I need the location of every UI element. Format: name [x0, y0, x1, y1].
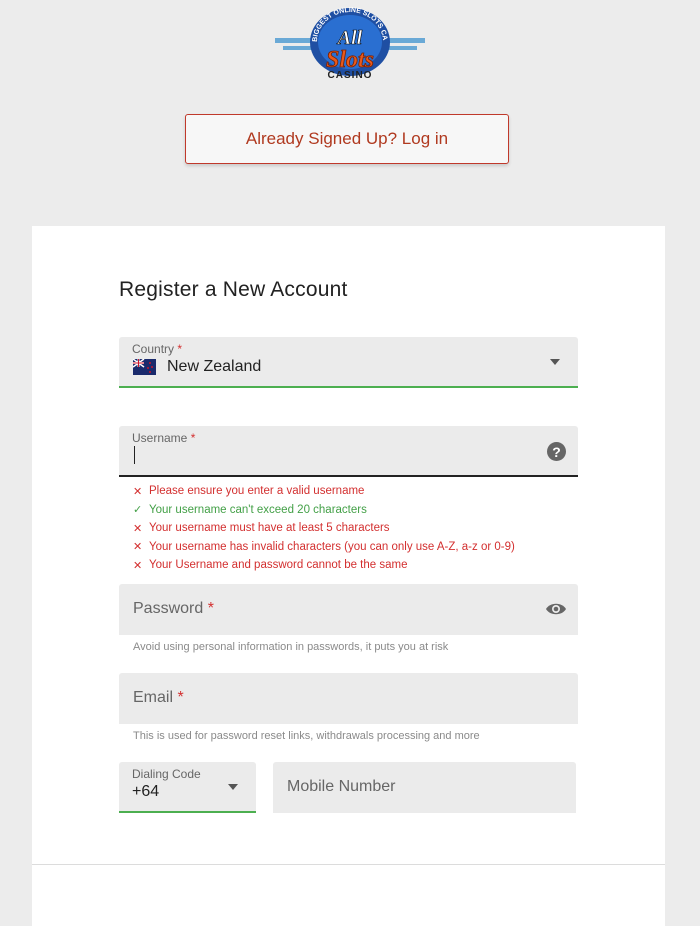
- email-label: Email *: [133, 689, 184, 706]
- login-button[interactable]: Already Signed Up? Log in: [185, 114, 509, 164]
- dialing-code-value: +64: [132, 783, 160, 800]
- country-select[interactable]: Country * New Zealand: [119, 337, 578, 388]
- validation-item: ✕ Your username must have at least 5 char…: [133, 522, 390, 535]
- mobile-number-placeholder: Mobile Number: [287, 778, 396, 795]
- divider: [32, 864, 665, 865]
- x-icon: ✕: [133, 559, 143, 572]
- mobile-number-field[interactable]: Mobile Number: [273, 762, 576, 813]
- svg-text:CASINO: CASINO: [328, 70, 373, 81]
- validation-item: ✕ Please ensure you enter a valid usernam…: [133, 485, 365, 498]
- email-field[interactable]: Email *: [119, 673, 578, 724]
- email-hint: This is used for password reset links, w…: [133, 730, 480, 742]
- country-label: Country *: [132, 342, 183, 356]
- chevron-down-icon[interactable]: [550, 359, 560, 365]
- registration-card: Register a New Account Country * New Zea…: [32, 226, 665, 926]
- username-field[interactable]: Username * ?: [119, 426, 578, 477]
- new-zealand-flag-icon: [133, 359, 156, 375]
- validation-item: ✓ Your username can't exceed 20 character…: [133, 503, 367, 517]
- password-label: Password *: [133, 600, 214, 617]
- username-label: Username *: [132, 431, 196, 445]
- x-icon: ✕: [133, 522, 143, 535]
- chevron-down-icon[interactable]: [228, 784, 238, 790]
- check-icon: ✓: [133, 504, 143, 517]
- eye-icon[interactable]: [545, 601, 567, 622]
- validation-item: ✕ Your Username and password cannot be th…: [133, 559, 408, 572]
- page-title: Register a New Account: [119, 278, 348, 301]
- password-field[interactable]: Password *: [119, 584, 578, 635]
- all-slots-casino-logo[interactable]: BIGGEST ONLINE SLOTS CASINO All Slots CA…: [272, 0, 425, 82]
- dialing-code-select[interactable]: Dialing Code +64: [119, 762, 256, 813]
- validation-item: ✕ Your username has invalid characters (y…: [133, 540, 515, 554]
- svg-text:All: All: [336, 27, 363, 49]
- x-icon: ✕: [133, 485, 143, 498]
- dialing-code-label: Dialing Code: [132, 767, 201, 781]
- x-icon: ✕: [133, 541, 143, 554]
- help-circle-icon[interactable]: ?: [547, 442, 566, 461]
- password-hint: Avoid using personal information in pass…: [133, 641, 449, 653]
- username-validation-list: ✕ Please ensure you enter a valid usernam…: [133, 482, 515, 575]
- country-value: New Zealand: [167, 358, 262, 375]
- text-cursor: [134, 446, 135, 464]
